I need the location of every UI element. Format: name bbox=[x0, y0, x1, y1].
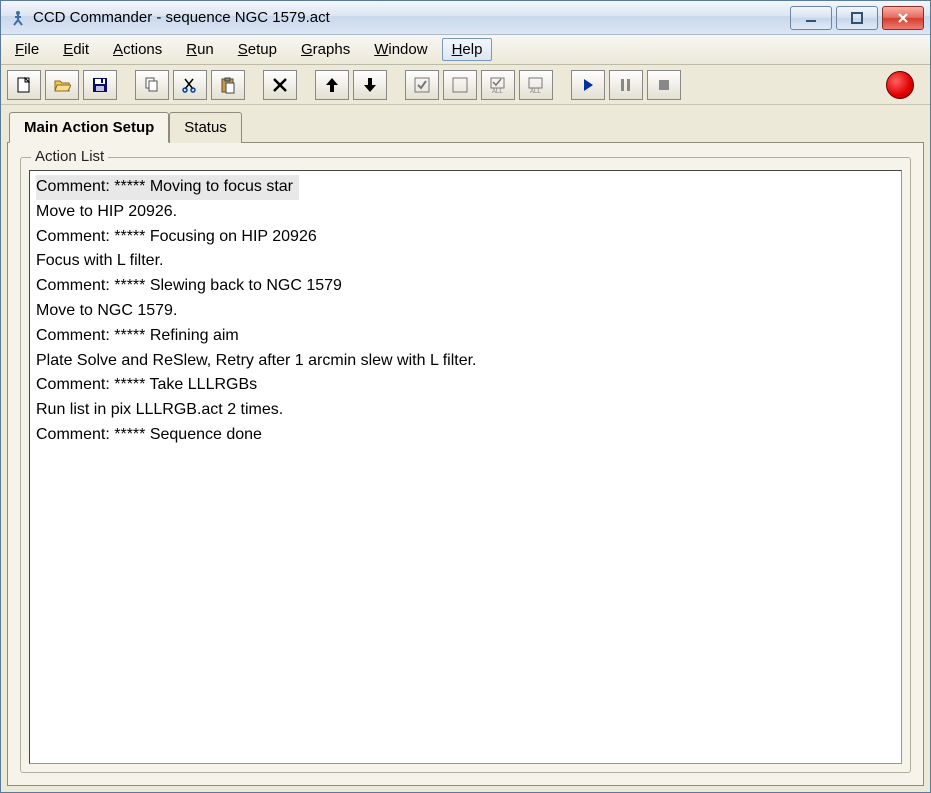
tb-uncheckall[interactable]: ALL bbox=[519, 70, 553, 100]
uncheck-icon bbox=[451, 76, 469, 94]
check-icon bbox=[413, 76, 431, 94]
tab-panel-main: Action List Comment: ***** Moving to foc… bbox=[7, 142, 924, 786]
tb-pause[interactable] bbox=[609, 70, 643, 100]
new-file-icon bbox=[15, 76, 33, 94]
uncheck-all-icon: ALL bbox=[527, 76, 545, 94]
app-window: CCD Commander - sequence NGC 1579.act Fi… bbox=[0, 0, 931, 793]
arrow-down-icon bbox=[361, 76, 379, 94]
list-item[interactable]: Move to NGC 1579. bbox=[36, 299, 895, 324]
tb-cut[interactable] bbox=[173, 70, 207, 100]
tb-new[interactable] bbox=[7, 70, 41, 100]
tb-paste[interactable] bbox=[211, 70, 245, 100]
minimize-button[interactable] bbox=[790, 6, 832, 30]
tb-stop[interactable] bbox=[647, 70, 681, 100]
save-floppy-icon bbox=[91, 76, 109, 94]
menu-run[interactable]: Run bbox=[176, 38, 224, 61]
paste-clipboard-icon bbox=[219, 76, 237, 94]
menu-window[interactable]: Window bbox=[364, 38, 437, 61]
toolbar: ALL ALL bbox=[1, 65, 930, 105]
maximize-button[interactable] bbox=[836, 6, 878, 30]
tb-save[interactable] bbox=[83, 70, 117, 100]
menu-file[interactable]: File bbox=[5, 38, 49, 61]
list-item[interactable]: Plate Solve and ReSlew, Retry after 1 ar… bbox=[36, 349, 895, 374]
tabstrip: Main Action Setup Status bbox=[9, 111, 924, 142]
open-folder-icon bbox=[53, 76, 71, 94]
pause-icon bbox=[617, 76, 635, 94]
tb-check[interactable] bbox=[405, 70, 439, 100]
menu-help[interactable]: Help bbox=[442, 38, 493, 61]
list-item[interactable]: Comment: ***** Sequence done bbox=[36, 423, 895, 448]
window-controls bbox=[790, 6, 924, 30]
window-title: CCD Commander - sequence NGC 1579.act bbox=[33, 9, 784, 26]
status-indicator-dot bbox=[886, 71, 914, 99]
tb-checkall[interactable]: ALL bbox=[481, 70, 515, 100]
tb-movedown[interactable] bbox=[353, 70, 387, 100]
list-item[interactable]: Move to HIP 20926. bbox=[36, 200, 895, 225]
check-all-icon: ALL bbox=[489, 76, 507, 94]
delete-x-icon bbox=[271, 76, 289, 94]
menu-setup[interactable]: Setup bbox=[228, 38, 287, 61]
tab-main-action-setup[interactable]: Main Action Setup bbox=[9, 112, 169, 143]
list-item[interactable]: Comment: ***** Slewing back to NGC 1579 bbox=[36, 274, 895, 299]
cut-scissors-icon bbox=[181, 76, 199, 94]
menu-actions[interactable]: Actions bbox=[103, 38, 172, 61]
tb-copy[interactable] bbox=[135, 70, 169, 100]
action-list-group: Action List Comment: ***** Moving to foc… bbox=[20, 157, 911, 773]
arrow-up-icon bbox=[323, 76, 341, 94]
titlebar: CCD Commander - sequence NGC 1579.act bbox=[1, 1, 930, 35]
tb-open[interactable] bbox=[45, 70, 79, 100]
tb-moveup[interactable] bbox=[315, 70, 349, 100]
list-item[interactable]: Focus with L filter. bbox=[36, 249, 895, 274]
menu-graphs[interactable]: Graphs bbox=[291, 38, 360, 61]
stop-icon bbox=[655, 76, 673, 94]
tb-delete[interactable] bbox=[263, 70, 297, 100]
copy-icon bbox=[143, 76, 161, 94]
close-button[interactable] bbox=[882, 6, 924, 30]
menubar: File Edit Actions Run Setup Graphs Windo… bbox=[1, 35, 930, 65]
svg-text:ALL: ALL bbox=[492, 89, 503, 94]
tb-play[interactable] bbox=[571, 70, 605, 100]
action-listbox[interactable]: Comment: ***** Moving to focus starMove … bbox=[29, 170, 902, 764]
tb-uncheck[interactable] bbox=[443, 70, 477, 100]
list-item[interactable]: Comment: ***** Refining aim bbox=[36, 324, 895, 349]
client-area: Main Action Setup Status Action List Com… bbox=[7, 111, 924, 786]
menu-edit[interactable]: Edit bbox=[53, 38, 99, 61]
list-item[interactable]: Comment: ***** Moving to focus star bbox=[36, 175, 299, 200]
list-item[interactable]: Comment: ***** Take LLLRGBs bbox=[36, 373, 895, 398]
group-legend: Action List bbox=[31, 148, 108, 165]
list-item[interactable]: Run list in pix LLLRGB.act 2 times. bbox=[36, 398, 895, 423]
play-icon bbox=[579, 76, 597, 94]
svg-text:ALL: ALL bbox=[530, 89, 541, 94]
tab-status[interactable]: Status bbox=[169, 112, 242, 143]
app-icon bbox=[9, 9, 27, 27]
list-item[interactable]: Comment: ***** Focusing on HIP 20926 bbox=[36, 225, 895, 250]
